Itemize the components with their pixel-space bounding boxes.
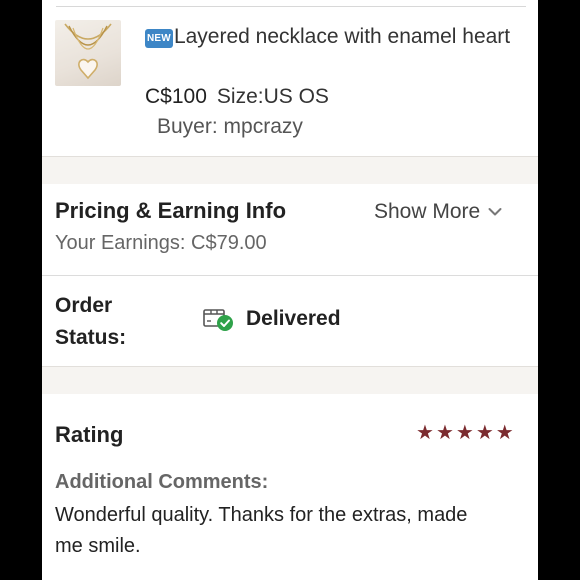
product-size: Size:US OS xyxy=(216,85,329,108)
delivery-status: Delivered xyxy=(202,304,341,334)
status-text: Delivered xyxy=(246,307,341,330)
chevron-down-icon xyxy=(488,208,502,216)
product-thumbnail[interactable] xyxy=(55,20,121,86)
star-icon: ★ xyxy=(416,422,434,444)
new-badge: NEW xyxy=(145,29,173,48)
show-more-button[interactable]: Show More xyxy=(374,200,502,224)
divider xyxy=(56,6,526,7)
price-size-line: C$100 Size:US OS xyxy=(145,82,329,112)
star-icon: ★ xyxy=(435,422,454,444)
buyer-name[interactable]: Buyer: mpcrazy xyxy=(157,112,303,142)
star-icon: ★ xyxy=(475,422,494,444)
order-status-label: Order Status: xyxy=(55,294,127,349)
product-title[interactable]: NEW Layered necklace with enamel heart xyxy=(145,22,525,52)
pricing-section: Pricing & Earning Info Show More Your Ea… xyxy=(42,184,538,276)
show-more-label: Show More xyxy=(374,200,481,223)
star-icon: ★ xyxy=(455,422,474,444)
product-title-text: Layered necklace with enamel heart xyxy=(173,25,511,48)
star-icon: ★ xyxy=(495,422,514,444)
order-status-section: Order Status: Delivered xyxy=(42,276,538,366)
product-summary[interactable]: NEW Layered necklace with enamel heart C$… xyxy=(42,8,538,156)
package-delivered-icon xyxy=(203,309,233,331)
necklace-image xyxy=(64,23,112,80)
rating-section: Rating ★ ★ ★ ★ ★ Additional Comments: Wo… xyxy=(42,394,538,580)
section-gap xyxy=(42,156,538,185)
your-earnings: Your Earnings: C$79.00 xyxy=(55,232,267,254)
rating-title: Rating xyxy=(55,422,124,447)
product-price: C$100 xyxy=(145,85,207,108)
additional-comments-label: Additional Comments: xyxy=(55,471,269,493)
pricing-title: Pricing & Earning Info xyxy=(55,198,287,223)
additional-comments-text: Wonderful quality. Thanks for the extras… xyxy=(55,504,468,557)
star-rating: ★ ★ ★ ★ ★ xyxy=(416,422,514,444)
order-details-screen: NEW Layered necklace with enamel heart C$… xyxy=(42,0,538,580)
section-gap xyxy=(42,366,538,395)
